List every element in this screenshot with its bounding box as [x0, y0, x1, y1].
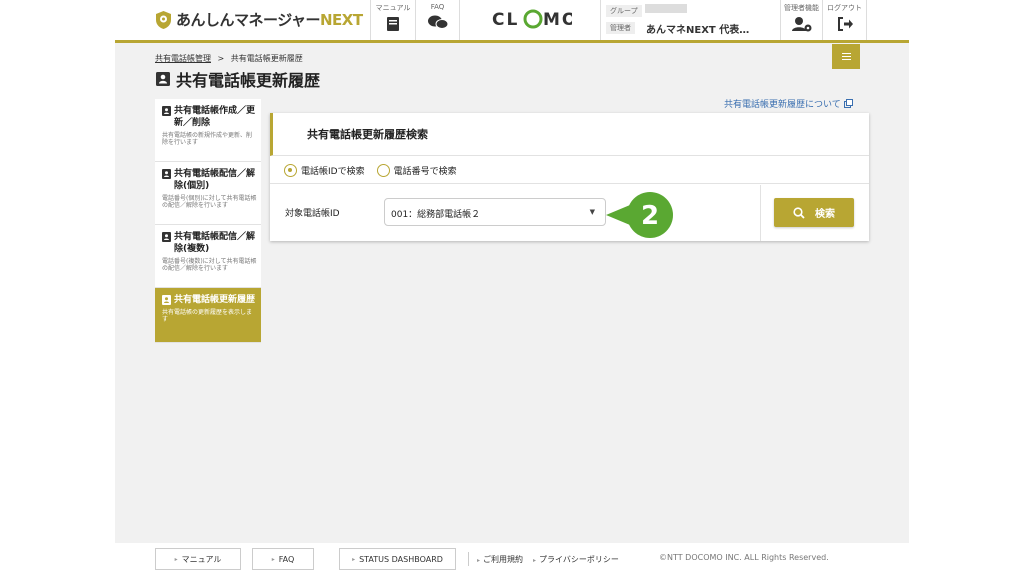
contact-book-icon — [156, 72, 170, 86]
manual-header-button[interactable]: マニュアル — [370, 0, 415, 40]
admin-name: あんマネNEXT 代表… — [646, 25, 750, 36]
search-mode-radios: 電話帳IDで検索 電話番号で検索 — [270, 157, 869, 184]
breadcrumb: 共有電話帳管理 > 共有電話帳更新履歴 — [155, 53, 303, 64]
group-value-redacted — [645, 4, 687, 13]
about-link-text: 共有電話帳更新履歴について — [724, 100, 841, 110]
footer-privacy-link[interactable]: ▸ プライバシーポリシー — [533, 554, 619, 565]
admin-functions-button[interactable]: 管理者機能 — [780, 0, 822, 40]
manual-label: マニュアル — [375, 4, 411, 12]
search-button[interactable]: 検索 — [774, 198, 854, 227]
copyright-text: ©NTT DOCOMO INC. ALL Rights Reserved. — [659, 553, 829, 562]
search-button-label: 検索 — [815, 209, 835, 220]
breadcrumb-parent-link[interactable]: 共有電話帳管理 — [155, 54, 211, 63]
footer-divider — [468, 552, 469, 566]
radio-label: 電話帳IDで検索 — [301, 166, 365, 177]
contact-book-icon — [162, 106, 171, 116]
target-phonebook-label: 対象電話帳ID — [285, 209, 340, 219]
footer-manual-label: マニュアル — [181, 554, 222, 564]
about-link[interactable]: 共有電話帳更新履歴について — [724, 97, 853, 110]
page-title: 共有電話帳更新履歴 — [155, 67, 320, 91]
admin-functions-label: 管理者機能 — [784, 4, 819, 12]
search-field-row: 対象電話帳ID 001：総務部電話帳２ ▼ 検索 — [270, 185, 869, 241]
user-gear-icon — [791, 17, 811, 32]
hamburger-icon-bar — [841, 56, 851, 57]
group-admin-info: グループ 管理者 あんマネNEXT 代表… — [600, 0, 776, 40]
logout-button[interactable]: ログアウト — [822, 0, 867, 40]
search-panel-header: 共有電話帳更新履歴検索 — [270, 113, 869, 156]
sidebar-item-desc: 電話番号(個別)に対して共有電話帳の配信／解除を行います — [162, 195, 257, 209]
clomo-logo: CL MO — [492, 8, 572, 30]
footer-faq-button[interactable]: ▸ FAQ — [252, 548, 314, 570]
sidebar-item-title: 共有電話帳配信／解除(複数) — [174, 232, 256, 254]
select-value: 001：総務部電話帳２ — [391, 210, 481, 220]
page-title-text: 共有電話帳更新履歴 — [176, 71, 321, 90]
clomo-wordmark: CL MO — [492, 9, 572, 30]
sidebar-item-title: 共有電話帳作成／更新／削除 — [174, 106, 256, 128]
dropdown-arrow-icon: ▼ — [589, 208, 595, 216]
hamburger-menu-button[interactable] — [832, 44, 860, 69]
group-tag: グループ — [606, 5, 642, 17]
sidebar-item-distribute-individual[interactable]: 共有電話帳配信／解除(個別) 電話番号(個別)に対して共有電話帳の配信／解除を行… — [155, 162, 261, 225]
logout-icon — [837, 17, 853, 31]
breadcrumb-separator: > — [217, 54, 225, 63]
search-icon — [793, 206, 805, 219]
sidebar-nav: 共有電話帳作成／更新／削除 共有電話帳の新規作成や更新、削除を行います 共有電話… — [155, 99, 261, 343]
external-link-icon — [843, 99, 853, 108]
sidebar-item-desc: 共有電話帳の更新履歴を表示します — [162, 309, 253, 323]
sidebar-item-create-update-delete[interactable]: 共有電話帳作成／更新／削除 共有電話帳の新規作成や更新、削除を行います — [155, 99, 261, 162]
search-panel-title: 共有電話帳更新履歴検索 — [307, 128, 428, 141]
sidebar-item-update-history[interactable]: 共有電話帳更新履歴 共有電話帳の更新履歴を表示します — [155, 288, 261, 343]
sidebar-item-title: 共有電話帳更新履歴 — [174, 295, 256, 305]
radio-checked-icon[interactable] — [284, 163, 297, 177]
search-panel: 共有電話帳更新履歴検索 電話帳IDで検索 電話番号で検索 対象電話帳ID 001… — [270, 113, 869, 241]
sidebar-item-title: 共有電話帳配信／解除(個別) — [174, 169, 256, 191]
footer-manual-button[interactable]: ▸ マニュアル — [155, 548, 241, 570]
vertical-divider — [760, 185, 761, 241]
hamburger-icon-bar — [841, 59, 851, 60]
admin-tag: 管理者 — [606, 22, 635, 34]
radio-search-by-id[interactable]: 電話帳IDで検索 — [284, 163, 365, 177]
step-number-badge: 2 — [606, 192, 673, 238]
faq-header-button[interactable]: FAQ — [415, 0, 460, 40]
radio-search-by-number[interactable]: 電話番号で検索 — [376, 163, 457, 177]
radio-unchecked-icon[interactable] — [376, 163, 390, 177]
sidebar-item-distribute-multiple[interactable]: 共有電話帳配信／解除(複数) 電話番号(複数)に対して共有電話帳の配信／解除を行… — [155, 225, 261, 288]
radio-label: 電話番号で検索 — [393, 166, 457, 177]
footer-faq-label: FAQ — [278, 554, 295, 564]
logo-text: あんしんマネージャーNEXT — [176, 11, 363, 29]
sidebar-item-desc: 電話番号(複数)に対して共有電話帳の配信／解除を行います — [162, 258, 257, 272]
contact-book-icon — [162, 232, 171, 242]
svg-text:CL: CL — [492, 10, 519, 30]
faq-label: FAQ — [430, 3, 445, 11]
footer-nav: ▸ マニュアル ▸ FAQ ▸ STATUS DASHBOARD ▸ ご利用規約 ▸ プラ… — [155, 548, 619, 570]
footer-terms-link[interactable]: ▸ ご利用規約 — [477, 554, 523, 565]
logout-label: ログアウト — [827, 4, 862, 12]
hamburger-icon-bar — [841, 53, 851, 54]
contact-book-icon — [162, 169, 171, 179]
breadcrumb-current: 共有電話帳更新履歴 — [230, 54, 303, 63]
svg-text:MO: MO — [543, 10, 572, 30]
app-logo[interactable]: あんしんマネージャーNEXT — [155, 9, 363, 30]
step-number-text: 2 — [641, 201, 659, 231]
phonebook-id-select[interactable]: 001：総務部電話帳２ ▼ — [384, 198, 606, 226]
logo-shield-icon — [156, 10, 171, 29]
book-icon — [387, 17, 399, 31]
contact-book-icon — [162, 295, 171, 305]
footer-status-label: STATUS DASHBOARD — [359, 554, 443, 564]
footer-status-dashboard-button[interactable]: ▸ STATUS DASHBOARD — [339, 548, 456, 570]
chat-bubbles-icon — [427, 15, 448, 29]
sidebar-item-desc: 共有電話帳の新規作成や更新、削除を行います — [162, 132, 253, 146]
top-header: あんしんマネージャーNEXT マニュアル FAQ CL MO グループ 管理者 … — [115, 0, 909, 40]
